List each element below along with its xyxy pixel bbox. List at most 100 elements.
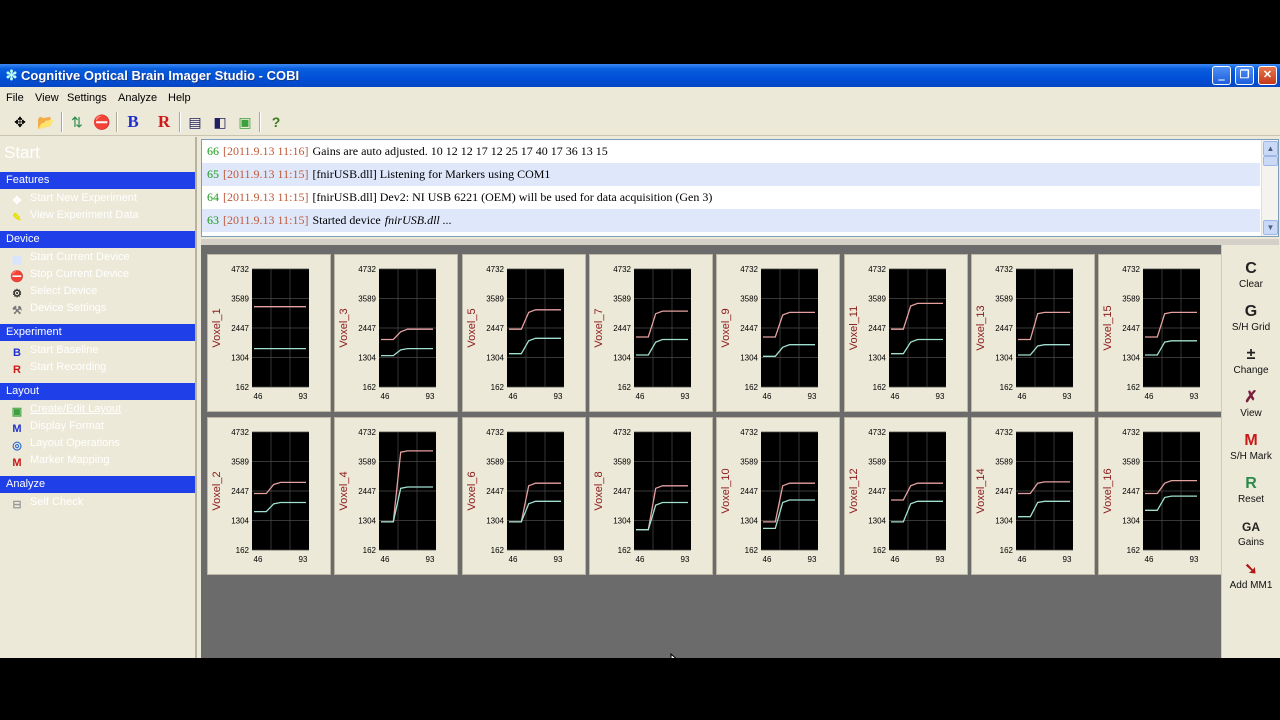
voxel-panel[interactable]: 4732 3589 2447 1304 162 46 93 Voxel_1 (207, 254, 331, 412)
add-marker-button[interactable]: ➘ Add MM1 (1224, 560, 1278, 602)
sidebar-item-marker-mapping[interactable]: M Marker Mapping (10, 452, 109, 469)
sidebar-item-stop-current-device[interactable]: ⛔ Stop Current Device (10, 266, 129, 283)
layout-grid-icon[interactable]: ✥ (10, 113, 30, 131)
voxel-panel[interactable]: 4732 3589 2447 1304 162 46 93 Voxel_4 (334, 417, 459, 575)
y-tick-label: 4732 (995, 428, 1013, 437)
sidebar-item-display-format[interactable]: M Display Format (10, 418, 104, 435)
voxel-panel[interactable]: 4732 3589 2447 1304 162 46 93 Voxel_5 (461, 254, 586, 412)
reset-icon: R (1245, 475, 1257, 492)
voxel-panel[interactable]: 4732 3589 2447 1304 162 46 93 Voxel_12 (843, 417, 968, 575)
show-hide-grid-button[interactable]: G S/H Grid (1224, 302, 1278, 344)
record-icon[interactable]: R (154, 113, 174, 131)
y-tick-label: 162 (745, 383, 759, 392)
menu-view[interactable]: View (35, 91, 59, 105)
sidebar-item-device-settings[interactable]: ⚒ Device Settings (10, 300, 106, 317)
sidebar-item-start-baseline[interactable]: B Start Baseline (10, 342, 98, 359)
y-tick-label: 2447 (995, 324, 1013, 333)
y-tick-label: 3589 (486, 295, 504, 304)
record-icon: R (13, 364, 21, 376)
sidebar-item-create-edit-layout[interactable]: ▣ Create/Edit Layout (10, 401, 121, 418)
menu-analyze[interactable]: Analyze (118, 91, 157, 105)
clear-button[interactable]: C Clear (1224, 259, 1278, 301)
sidebar-item-start-current-device[interactable]: ▦ Start Current Device (10, 249, 130, 266)
y-tick-label: 4732 (1122, 428, 1140, 437)
voxel-chart: 4732 3589 2447 1304 162 46 93 Voxel_3 (338, 265, 437, 401)
maximize-button[interactable]: ❐ (1235, 66, 1254, 85)
show-hide-mark-button[interactable]: M S/H Mark (1224, 431, 1278, 473)
voxel-panel[interactable]: 4732 3589 2447 1304 162 46 93 Voxel_13 (970, 254, 1095, 412)
x-tick-label: 93 (553, 392, 562, 401)
open-folder-icon[interactable]: 📂 (36, 113, 56, 131)
y-tick-label: 2447 (1122, 324, 1140, 333)
toolbar-separator (116, 112, 118, 132)
sidebar-item-start-recording[interactable]: R Start Recording (10, 359, 106, 376)
menu-settings[interactable]: Settings (67, 91, 107, 105)
voxel-chart: 4732 3589 2447 1304 16246 93 Voxel_8 (593, 428, 691, 564)
voxel-panel[interactable]: 4732 3589 2447 1304 162 46 93 Voxel_14 (970, 417, 1095, 575)
log-scrollbar[interactable]: ▲ ▼ (1261, 140, 1278, 236)
voxel-panel[interactable]: 4732 3589 2447 1304 162 46 93 Voxel_16 (1098, 417, 1223, 575)
change-button[interactable]: ± Change (1224, 345, 1278, 387)
log-row[interactable]: 66 [2011.9.13 11:16] Gains are auto adjust… (202, 140, 1260, 163)
title-bar[interactable]: ✻ Cognitive Optical Brain Imager Studio … (0, 64, 1280, 87)
scroll-up-icon[interactable]: ▲ (1263, 141, 1278, 156)
y-tick-label: 1304 (359, 517, 377, 526)
marker-mapping-icon: M (12, 457, 22, 469)
menu-help[interactable]: Help (168, 91, 191, 105)
voxel-panel[interactable]: 4732 3589 2447 1304 162 46 93 Voxel_6 (461, 417, 586, 575)
gains-button[interactable]: GA Gains (1224, 517, 1278, 559)
layout-icon[interactable]: ◧ (210, 113, 230, 131)
log-row[interactable]: 65 [2011.9.13 11:15] [fnirUSB.dll] Listeni… (202, 163, 1260, 186)
stop-icon[interactable]: ⛔ (92, 113, 112, 131)
sidebar-item-start-new-experiment[interactable]: ✥ Start New Experiment (10, 190, 137, 207)
voxel-panel[interactable]: 4732 3589 2447 1304 162 46 93 Voxel_7 (588, 254, 713, 412)
voxel-panel[interactable]: 4732 3589 2447 1304 162 46 93 Voxel_11 (843, 254, 968, 412)
stop-device-icon: ⛔ (10, 271, 24, 283)
voxel-panel[interactable]: 4732 3589 2447 1304 162 46 93 Voxel_8 (588, 417, 713, 575)
sidebar-item-self-check[interactable]: ⊟ Self Check (10, 494, 83, 511)
y-tick-label: 162 (999, 383, 1013, 392)
log-row[interactable]: 63 [2011.9.13 11:15] Started device fnirUSB… (202, 209, 1260, 232)
menu-file[interactable]: File (6, 91, 24, 105)
y-tick-label: 4732 (486, 428, 504, 437)
y-tick-label: 1304 (359, 354, 377, 363)
y-tick-label: 4732 (359, 428, 377, 437)
voxel-panel[interactable]: 4732 3589 2447 1304 162 46 93 Voxel_9 (716, 254, 841, 412)
grid-icon: G (1244, 303, 1258, 320)
sidebar-item-select-device[interactable]: ⚙ Select Device (10, 283, 97, 300)
voxel-panel[interactable]: 4732 3589 2447 1304 162 46 93 Voxel_10 (716, 417, 841, 575)
y-tick-label: 2447 (995, 487, 1013, 496)
y-tick-label: 4732 (613, 265, 631, 274)
voxel-panel[interactable]: 4732 3589 2447 1304 162 46 93 Voxel_15 (1098, 254, 1223, 412)
log-row[interactable]: 64 [2011.9.13 11:15] [fnirUSB.dll] Dev2: N… (202, 186, 1260, 209)
close-button[interactable]: ✕ (1258, 66, 1277, 85)
x-tick-label: 46 (508, 555, 517, 564)
y-tick-label: 2447 (868, 324, 886, 333)
event-log[interactable]: 66 [2011.9.13 11:16] Gains are auto adjust… (201, 139, 1279, 237)
voxel-chart: 4732 3589 2447 1304 162 46 93 Voxel_12 (848, 428, 946, 564)
image-icon[interactable]: ▣ (235, 113, 255, 131)
y-tick-label: 1304 (486, 354, 504, 363)
display-format-icon[interactable]: ▤ (185, 113, 205, 131)
voxel-chart: 4732 3589 2447 1304 162 46 93 Voxel_14 (975, 428, 1073, 564)
sidebar-item-layout-operations[interactable]: ◎ Layout Operations (10, 435, 120, 452)
voxel-label: Voxel_9 (720, 308, 732, 347)
section-device-header: Device (0, 231, 195, 248)
start-device-icon[interactable]: ⇅ (67, 113, 87, 131)
scroll-thumb[interactable] (1263, 156, 1278, 166)
view-button[interactable]: ✗ View (1224, 388, 1278, 430)
y-tick-label: 1304 (231, 517, 249, 526)
scroll-down-icon[interactable]: ▼ (1263, 220, 1278, 235)
voxel-panel[interactable]: 4732 3589 2447 1304 162 46 93 Voxel_3 (334, 254, 459, 412)
y-tick-label: 2447 (613, 487, 631, 496)
voxel-chart: 4732 3589 2447 1304 16246 93 Voxel_7 (593, 265, 691, 401)
help-icon[interactable]: ? (266, 113, 286, 131)
sidebar-item-view-experiment-data[interactable]: ✎ View Experiment Data (10, 207, 138, 224)
y-tick-label: 4732 (995, 265, 1013, 274)
voxel-panel[interactable]: 4732 3589 2447 1304 162 46 93 Voxel_2 (207, 417, 331, 575)
voxel-label: Voxel_12 (848, 468, 860, 513)
reset-button[interactable]: R Reset (1224, 474, 1278, 516)
minimize-button[interactable]: ‗ (1212, 66, 1231, 85)
baseline-icon[interactable]: B (123, 113, 143, 131)
voxel-chart: 4732 3589 2447 1304 162 46 93 Voxel_5 (466, 265, 564, 401)
